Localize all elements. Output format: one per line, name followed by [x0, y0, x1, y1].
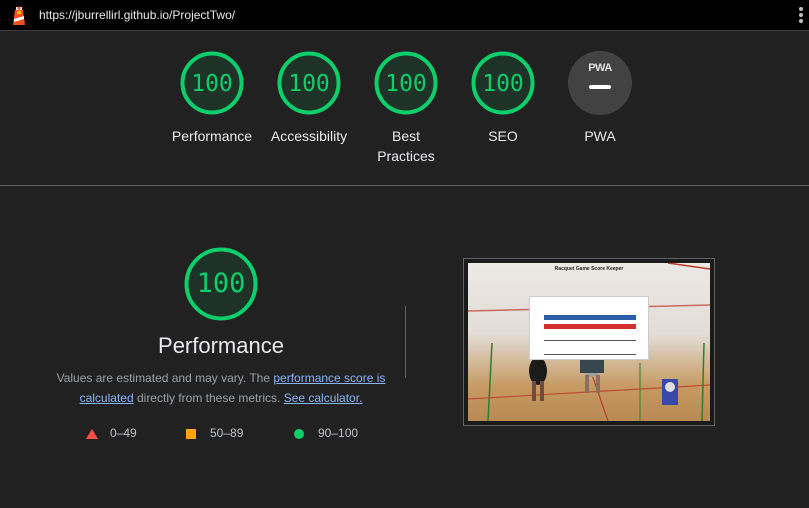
thumbnail-title: Racquet Game Score Keeper — [554, 266, 624, 272]
vertical-divider — [405, 306, 406, 378]
thumbnail-bar — [544, 315, 636, 320]
gauge-label: Performance — [171, 128, 253, 144]
pwa-badge-text: PWA — [588, 62, 612, 74]
browser-top-bar: https://jburrellirl.github.io/ProjectTwo… — [0, 0, 809, 31]
section-divider — [0, 185, 809, 186]
triangle-icon — [86, 429, 98, 439]
performance-score: 100 — [196, 268, 246, 299]
kebab-menu-icon[interactable] — [796, 6, 806, 24]
square-icon — [186, 429, 196, 439]
legend-range: 0–49 — [110, 426, 137, 440]
gauge-label: SEO — [488, 128, 518, 144]
lighthouse-icon — [10, 5, 28, 26]
gauge-performance[interactable]: 100 Performance — [171, 51, 253, 171]
see-calculator-link[interactable]: See calculator. — [284, 391, 363, 405]
gauge-label: PWA — [584, 128, 616, 144]
gauge-label: Best Practices — [377, 128, 435, 164]
thumbnail-bar — [544, 324, 636, 329]
gauge-accessibility[interactable]: 100 Accessibility — [268, 51, 350, 171]
gauge-score: 100 — [288, 71, 330, 97]
performance-description: Values are estimated and may vary. The p… — [50, 368, 392, 408]
screenshot-image: Racquet Game Score Keeper — [468, 263, 710, 421]
gauge-best-practices[interactable]: 100 Best Practices — [365, 51, 447, 171]
description-text: Values are estimated and may vary. The — [56, 371, 274, 385]
gauge-seo[interactable]: 100 SEO — [462, 51, 544, 171]
legend-range: 50–89 — [210, 426, 244, 440]
gauge-score: 100 — [385, 71, 427, 97]
description-text: directly from these metrics. — [133, 391, 284, 405]
thumbnail-modal — [529, 296, 649, 360]
circle-icon — [294, 429, 304, 439]
pwa-badge — [568, 51, 632, 115]
performance-title: Performance — [158, 333, 284, 358]
page-url[interactable]: https://jburrellirl.github.io/ProjectTwo… — [39, 8, 235, 22]
final-screenshot-thumbnail[interactable]: Racquet Game Score Keeper — [463, 258, 715, 426]
legend-range: 90–100 — [318, 426, 359, 440]
gauge-score: 100 — [191, 71, 233, 97]
gauge-label: Accessibility — [270, 128, 348, 144]
gauge-score: 100 — [482, 71, 524, 97]
gauge-pwa[interactable]: PWA PWA — [559, 51, 641, 171]
thumbnail-rule — [544, 340, 636, 341]
thumbnail-rule — [544, 354, 636, 355]
